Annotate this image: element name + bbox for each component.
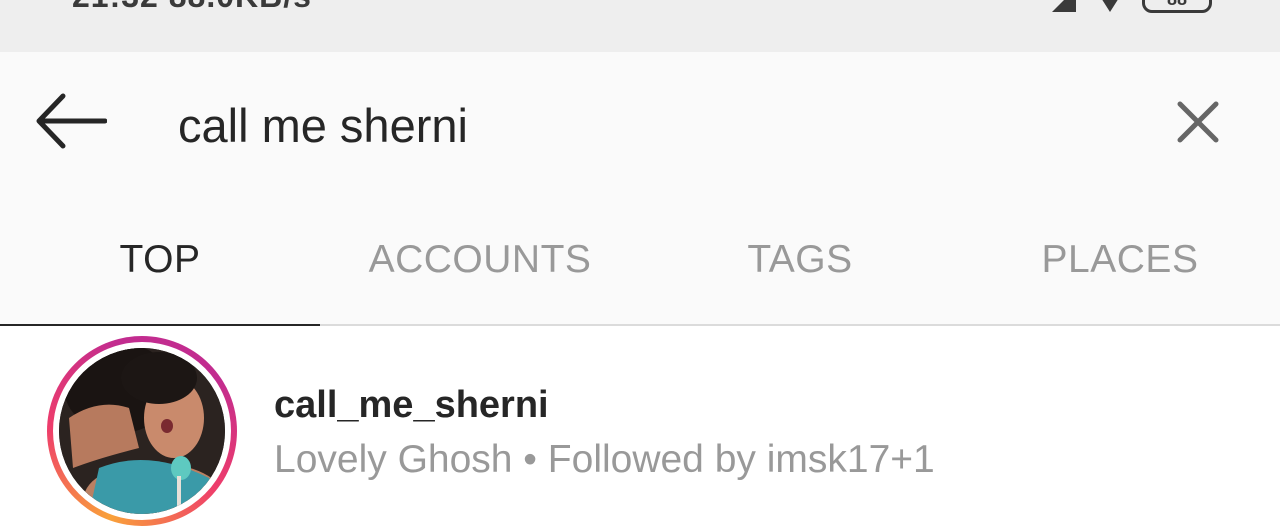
profile-photo — [59, 348, 225, 514]
tab-top[interactable]: TOP — [0, 195, 320, 328]
status-icons: 88 — [1050, 0, 1212, 14]
account-result-row[interactable]: call_me_sherni Lovely Ghosh • Followed b… — [0, 326, 1280, 530]
result-subtitle: Lovely Ghosh • Followed by imsk17+1 — [274, 438, 935, 481]
wifi-icon — [1102, 0, 1118, 12]
tab-places[interactable]: PLACES — [960, 195, 1280, 326]
signal-icon — [1052, 0, 1076, 12]
search-results: call_me_sherni Lovely Ghosh • Followed b… — [0, 326, 1280, 530]
story-ring[interactable] — [47, 336, 237, 526]
tab-tags[interactable]: TAGS — [640, 195, 960, 326]
avatar — [59, 348, 225, 514]
search-tabs: TOP ACCOUNTS TAGS PLACES — [0, 195, 1280, 328]
status-time-speed: 21:32 88.0KB/s — [72, 0, 312, 15]
clear-search-button[interactable] — [1168, 92, 1228, 152]
search-bar — [0, 52, 1280, 195]
battery-icon: 88 — [1142, 0, 1212, 13]
back-button[interactable] — [28, 88, 112, 154]
close-icon — [1177, 101, 1219, 143]
tab-accounts[interactable]: ACCOUNTS — [320, 195, 640, 326]
arrow-left-icon — [36, 93, 107, 149]
status-bar: 21:32 88.0KB/s 88 — [0, 0, 1280, 52]
result-username: call_me_sherni — [274, 384, 549, 426]
search-input[interactable] — [178, 90, 1078, 160]
